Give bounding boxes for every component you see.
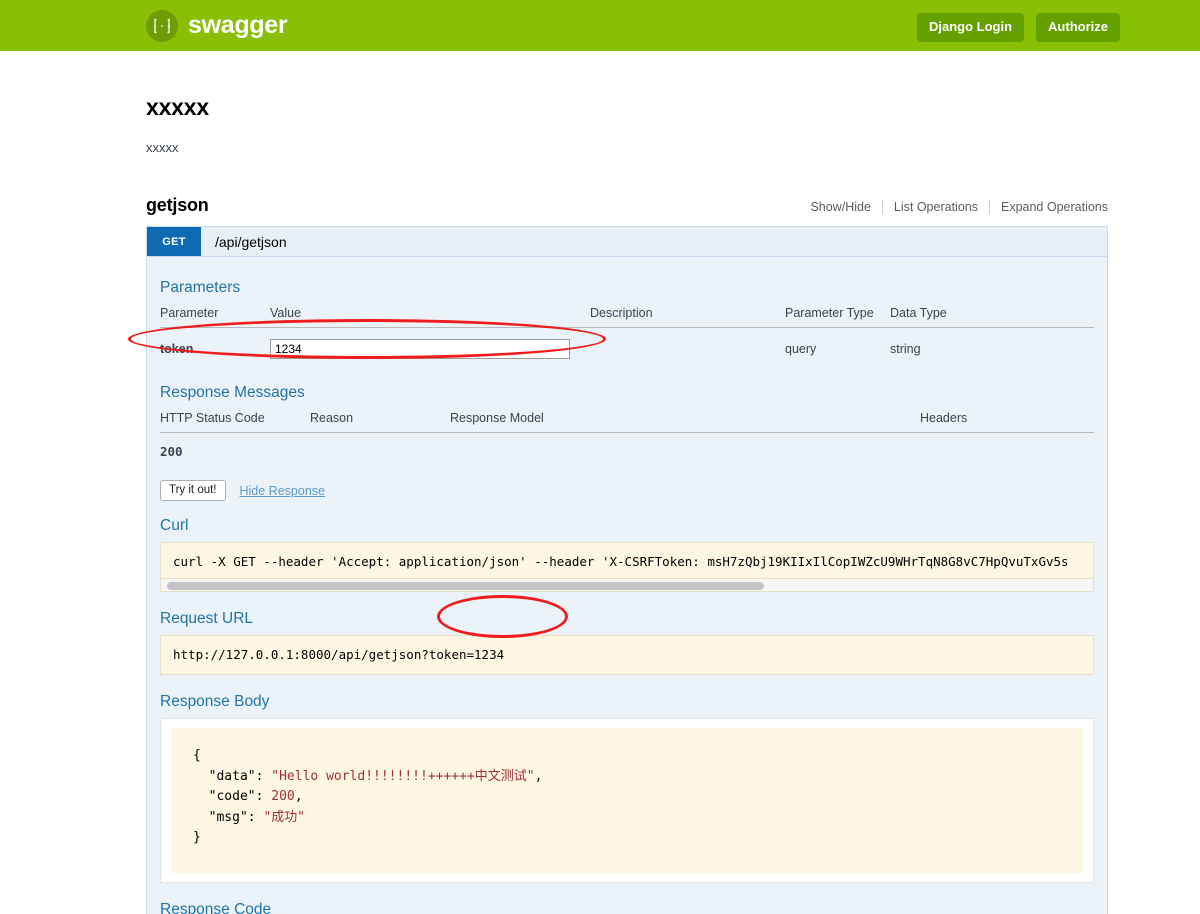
json-open-brace: { bbox=[193, 748, 201, 763]
page-root: {···} swagger Django Login Authorize xxx… bbox=[0, 0, 1200, 914]
swagger-braces-icon: {···} bbox=[146, 9, 178, 42]
status-code: 200 bbox=[160, 444, 183, 459]
resource-header: getjson Show/Hide List Operations Expand… bbox=[146, 195, 1108, 226]
col-description: Description bbox=[590, 304, 785, 328]
json-comma: , bbox=[534, 768, 543, 784]
json-value-data: "Hello world!!!!!!!!++++++中文测试" bbox=[271, 768, 535, 784]
request-url-box[interactable]: http://127.0.0.1:8000/api/getjson?token=… bbox=[160, 635, 1094, 675]
curl-horizontal-scrollbar[interactable] bbox=[160, 579, 1094, 592]
col-data-type: Data Type bbox=[890, 304, 1094, 328]
status-headers bbox=[920, 433, 1094, 469]
page-title: xxxxx bbox=[146, 94, 209, 120]
operation-path: /api/getjson bbox=[215, 233, 287, 250]
col-parameter-type: Parameter Type bbox=[785, 304, 890, 328]
response-body-shell: { "data": "Hello world!!!!!!!!++++++中文测试… bbox=[160, 718, 1094, 883]
curl-command-box[interactable]: curl -X GET --header 'Accept: applicatio… bbox=[160, 542, 1094, 579]
brand-name: swagger bbox=[188, 11, 288, 39]
col-reason: Reason bbox=[310, 409, 450, 433]
param-type: query bbox=[785, 342, 817, 356]
col-value: Value bbox=[270, 304, 590, 328]
json-sep: : bbox=[247, 809, 264, 825]
operation-actions: Try it out! Hide Response bbox=[160, 480, 1094, 501]
list-operations-link[interactable]: List Operations bbox=[883, 200, 989, 214]
status-model bbox=[450, 433, 920, 469]
parameters-header-row: Parameter Value Description Parameter Ty… bbox=[160, 304, 1094, 328]
resource-name[interactable]: getjson bbox=[146, 195, 209, 216]
operation-get-getjson: GET /api/getjson Parameters Parameter Va… bbox=[146, 226, 1108, 914]
col-parameter: Parameter bbox=[160, 304, 270, 328]
curl-scrollbar-thumb[interactable] bbox=[167, 582, 764, 590]
http-method-badge: GET bbox=[147, 227, 201, 256]
try-it-out-button[interactable]: Try it out! bbox=[160, 480, 226, 501]
show-hide-link[interactable]: Show/Hide bbox=[799, 200, 881, 214]
response-body-title: Response Body bbox=[160, 693, 270, 710]
authorize-button[interactable]: Authorize bbox=[1036, 13, 1120, 42]
curl-title: Curl bbox=[160, 517, 189, 534]
token-input[interactable] bbox=[270, 339, 570, 359]
request-url-text: http://127.0.0.1:8000/api/getjson?token=… bbox=[173, 647, 505, 662]
curl-command-text: curl -X GET --header 'Accept: applicatio… bbox=[173, 554, 1069, 569]
table-row: token query string bbox=[160, 328, 1094, 369]
top-navigation-bar: {···} swagger Django Login Authorize bbox=[0, 0, 1200, 51]
col-http-status-code: HTTP Status Code bbox=[160, 409, 310, 433]
json-key-data: "data" bbox=[208, 768, 256, 784]
resource-operation-links: Show/Hide List Operations Expand Operati… bbox=[799, 200, 1108, 214]
param-data-type: string bbox=[890, 342, 921, 356]
response-messages-header-row: HTTP Status Code Reason Response Model H… bbox=[160, 409, 1094, 433]
parameters-table: Parameter Value Description Parameter Ty… bbox=[160, 304, 1094, 368]
response-messages-table: HTTP Status Code Reason Response Model H… bbox=[160, 409, 1094, 468]
status-reason bbox=[310, 433, 450, 469]
request-url-title: Request URL bbox=[160, 610, 254, 627]
page-subtitle: xxxxx bbox=[146, 140, 179, 155]
svg-text:{···}: {···} bbox=[151, 20, 173, 33]
response-body-json: { "data": "Hello world!!!!!!!!++++++中文测试… bbox=[171, 728, 1083, 873]
expand-operations-link[interactable]: Expand Operations bbox=[990, 200, 1108, 214]
page-header: xxxxx xxxxx bbox=[0, 51, 1200, 155]
json-key-msg: "msg" bbox=[208, 809, 248, 825]
json-close-brace: } bbox=[193, 830, 201, 845]
resource-getjson: getjson Show/Hide List Operations Expand… bbox=[146, 195, 1108, 914]
response-code-title: Response Code bbox=[160, 900, 272, 914]
param-value-cell bbox=[270, 328, 590, 369]
response-messages-title: Response Messages bbox=[160, 384, 305, 401]
json-comma: , bbox=[294, 789, 303, 804]
hide-response-link[interactable]: Hide Response bbox=[240, 484, 325, 498]
parameters-title: Parameters bbox=[160, 279, 241, 296]
topbar-actions: Django Login Authorize bbox=[917, 13, 1120, 42]
json-sep: : bbox=[255, 768, 272, 784]
operation-content: Parameters Parameter Value Description P… bbox=[147, 257, 1107, 914]
json-value-msg: "成功" bbox=[263, 809, 306, 825]
json-key-code: "code" bbox=[208, 789, 256, 804]
swagger-brand[interactable]: {···} swagger bbox=[146, 9, 288, 42]
col-response-model: Response Model bbox=[450, 409, 920, 433]
django-login-button[interactable]: Django Login bbox=[917, 13, 1025, 42]
param-description bbox=[590, 328, 785, 369]
param-name-token: token bbox=[160, 342, 194, 356]
col-headers: Headers bbox=[920, 409, 1094, 433]
operation-summary-bar[interactable]: GET /api/getjson bbox=[147, 227, 1107, 257]
json-sep: : bbox=[255, 789, 272, 804]
json-value-code: 200 bbox=[271, 789, 295, 804]
table-row: 200 bbox=[160, 433, 1094, 469]
